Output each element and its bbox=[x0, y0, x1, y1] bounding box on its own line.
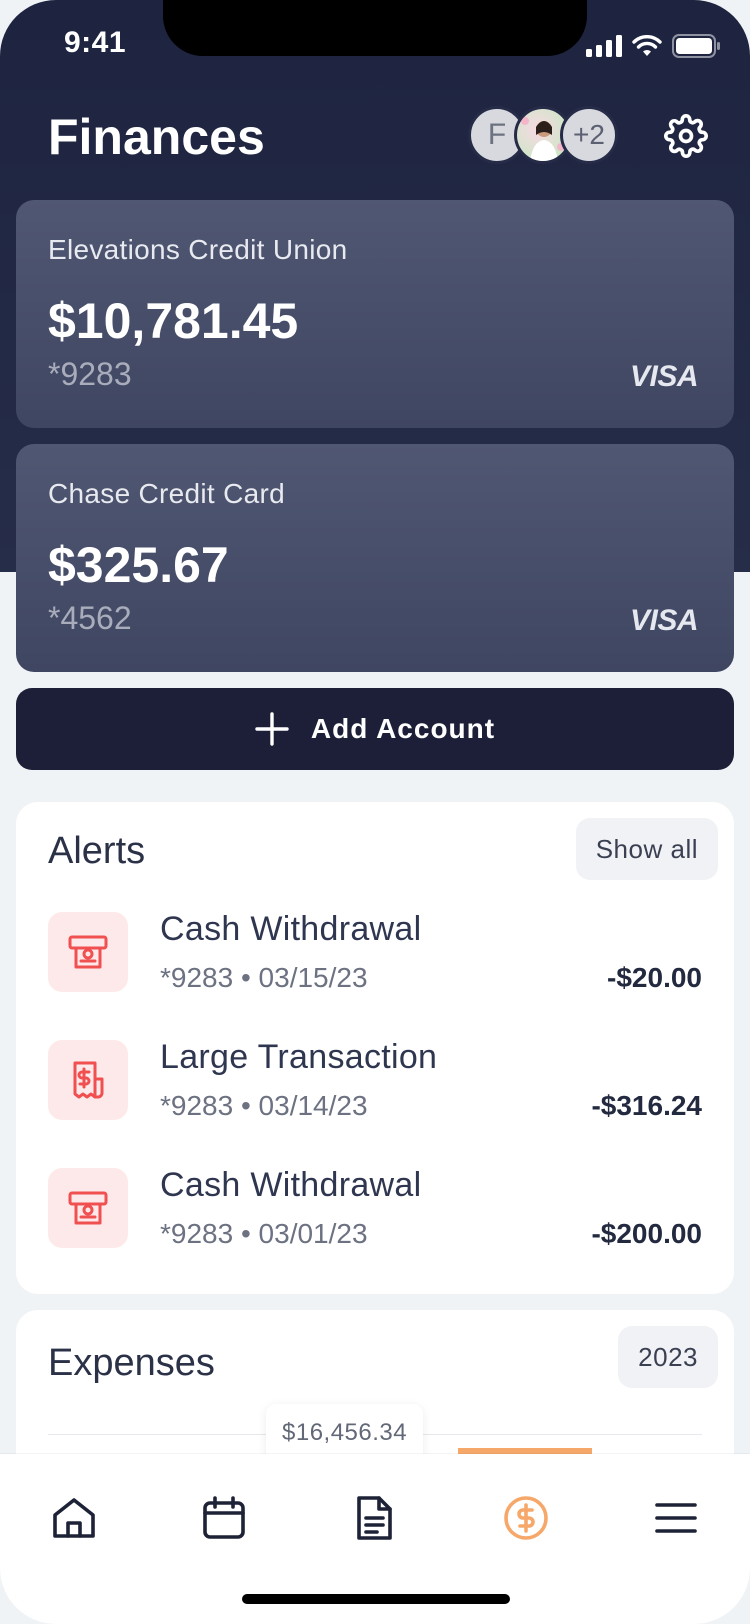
alerts-panel: Alerts Show all Cash Withdrawal *9283 • … bbox=[16, 802, 734, 1294]
tab-finances[interactable] bbox=[498, 1490, 554, 1546]
phone-screen: 9:41 Finances F +2 Elevations Credit Uni… bbox=[0, 0, 750, 1624]
tab-calendar[interactable] bbox=[196, 1490, 252, 1546]
alert-subtitle: *9283 • 03/15/23 bbox=[160, 962, 368, 993]
settings-button[interactable] bbox=[664, 114, 708, 158]
expenses-title: Expenses bbox=[48, 1342, 215, 1384]
dollar-circle-icon bbox=[504, 1496, 548, 1540]
alert-title: Cash Withdrawal bbox=[160, 1166, 422, 1204]
alert-item[interactable]: Cash Withdrawal *9283 • 03/01/23 -$200.0… bbox=[48, 1166, 702, 1250]
status-icons bbox=[586, 34, 720, 58]
alert-title: Cash Withdrawal bbox=[160, 910, 422, 948]
alert-item[interactable]: Large Transaction *9283 • 03/14/23 -$316… bbox=[48, 1038, 702, 1122]
add-account-button[interactable]: Add Account bbox=[16, 688, 734, 770]
tab-menu[interactable] bbox=[648, 1490, 704, 1546]
home-indicator bbox=[242, 1594, 510, 1604]
cellular-signal-icon bbox=[586, 35, 622, 57]
alert-amount: -$20.00 bbox=[607, 962, 702, 993]
visa-logo: VISA bbox=[629, 604, 699, 637]
account-card[interactable]: Elevations Credit Union $10,781.45 *9283… bbox=[16, 200, 734, 428]
gear-icon bbox=[664, 114, 708, 158]
account-name: Chase Credit Card bbox=[48, 478, 285, 509]
alert-title: Large Transaction bbox=[160, 1038, 438, 1076]
account-card[interactable]: Chase Credit Card $325.67 *4562 VISA bbox=[16, 444, 734, 672]
home-icon bbox=[53, 1498, 95, 1538]
alert-item[interactable]: Cash Withdrawal *9283 • 03/15/23 -$20.00 bbox=[48, 910, 702, 994]
year-selector[interactable]: 2023 bbox=[618, 1326, 718, 1388]
avatar-overflow-count[interactable]: +2 bbox=[560, 106, 618, 164]
device-notch bbox=[163, 0, 587, 56]
document-icon bbox=[357, 1496, 392, 1540]
alert-subtitle: *9283 • 03/14/23 bbox=[160, 1090, 368, 1121]
calendar-icon bbox=[203, 1496, 245, 1539]
atm-cash-icon bbox=[48, 1168, 128, 1248]
account-balance: $10,781.45 bbox=[48, 293, 299, 349]
tab-documents[interactable] bbox=[346, 1490, 402, 1546]
battery-icon bbox=[672, 34, 720, 58]
show-all-button[interactable]: Show all bbox=[575, 818, 718, 880]
account-number: *9283 bbox=[48, 356, 132, 392]
account-number: *4562 bbox=[48, 600, 132, 636]
atm-cash-icon bbox=[48, 912, 128, 992]
alert-subtitle: *9283 • 03/01/23 bbox=[160, 1218, 368, 1249]
visa-logo: VISA bbox=[629, 360, 699, 393]
receipt-dollar-icon bbox=[48, 1040, 128, 1120]
alerts-title: Alerts bbox=[48, 830, 146, 872]
menu-icon bbox=[655, 1503, 697, 1533]
add-account-label: Add Account bbox=[310, 713, 496, 744]
account-name: Elevations Credit Union bbox=[48, 234, 348, 265]
tab-home[interactable] bbox=[46, 1490, 102, 1546]
status-time: 9:41 bbox=[64, 26, 127, 59]
plus-icon bbox=[255, 712, 289, 746]
wifi-icon bbox=[632, 35, 662, 56]
alert-amount: -$200.00 bbox=[591, 1218, 702, 1249]
alert-amount: -$316.24 bbox=[591, 1090, 702, 1121]
page-title: Finances bbox=[48, 109, 265, 165]
account-balance: $325.67 bbox=[48, 537, 229, 593]
